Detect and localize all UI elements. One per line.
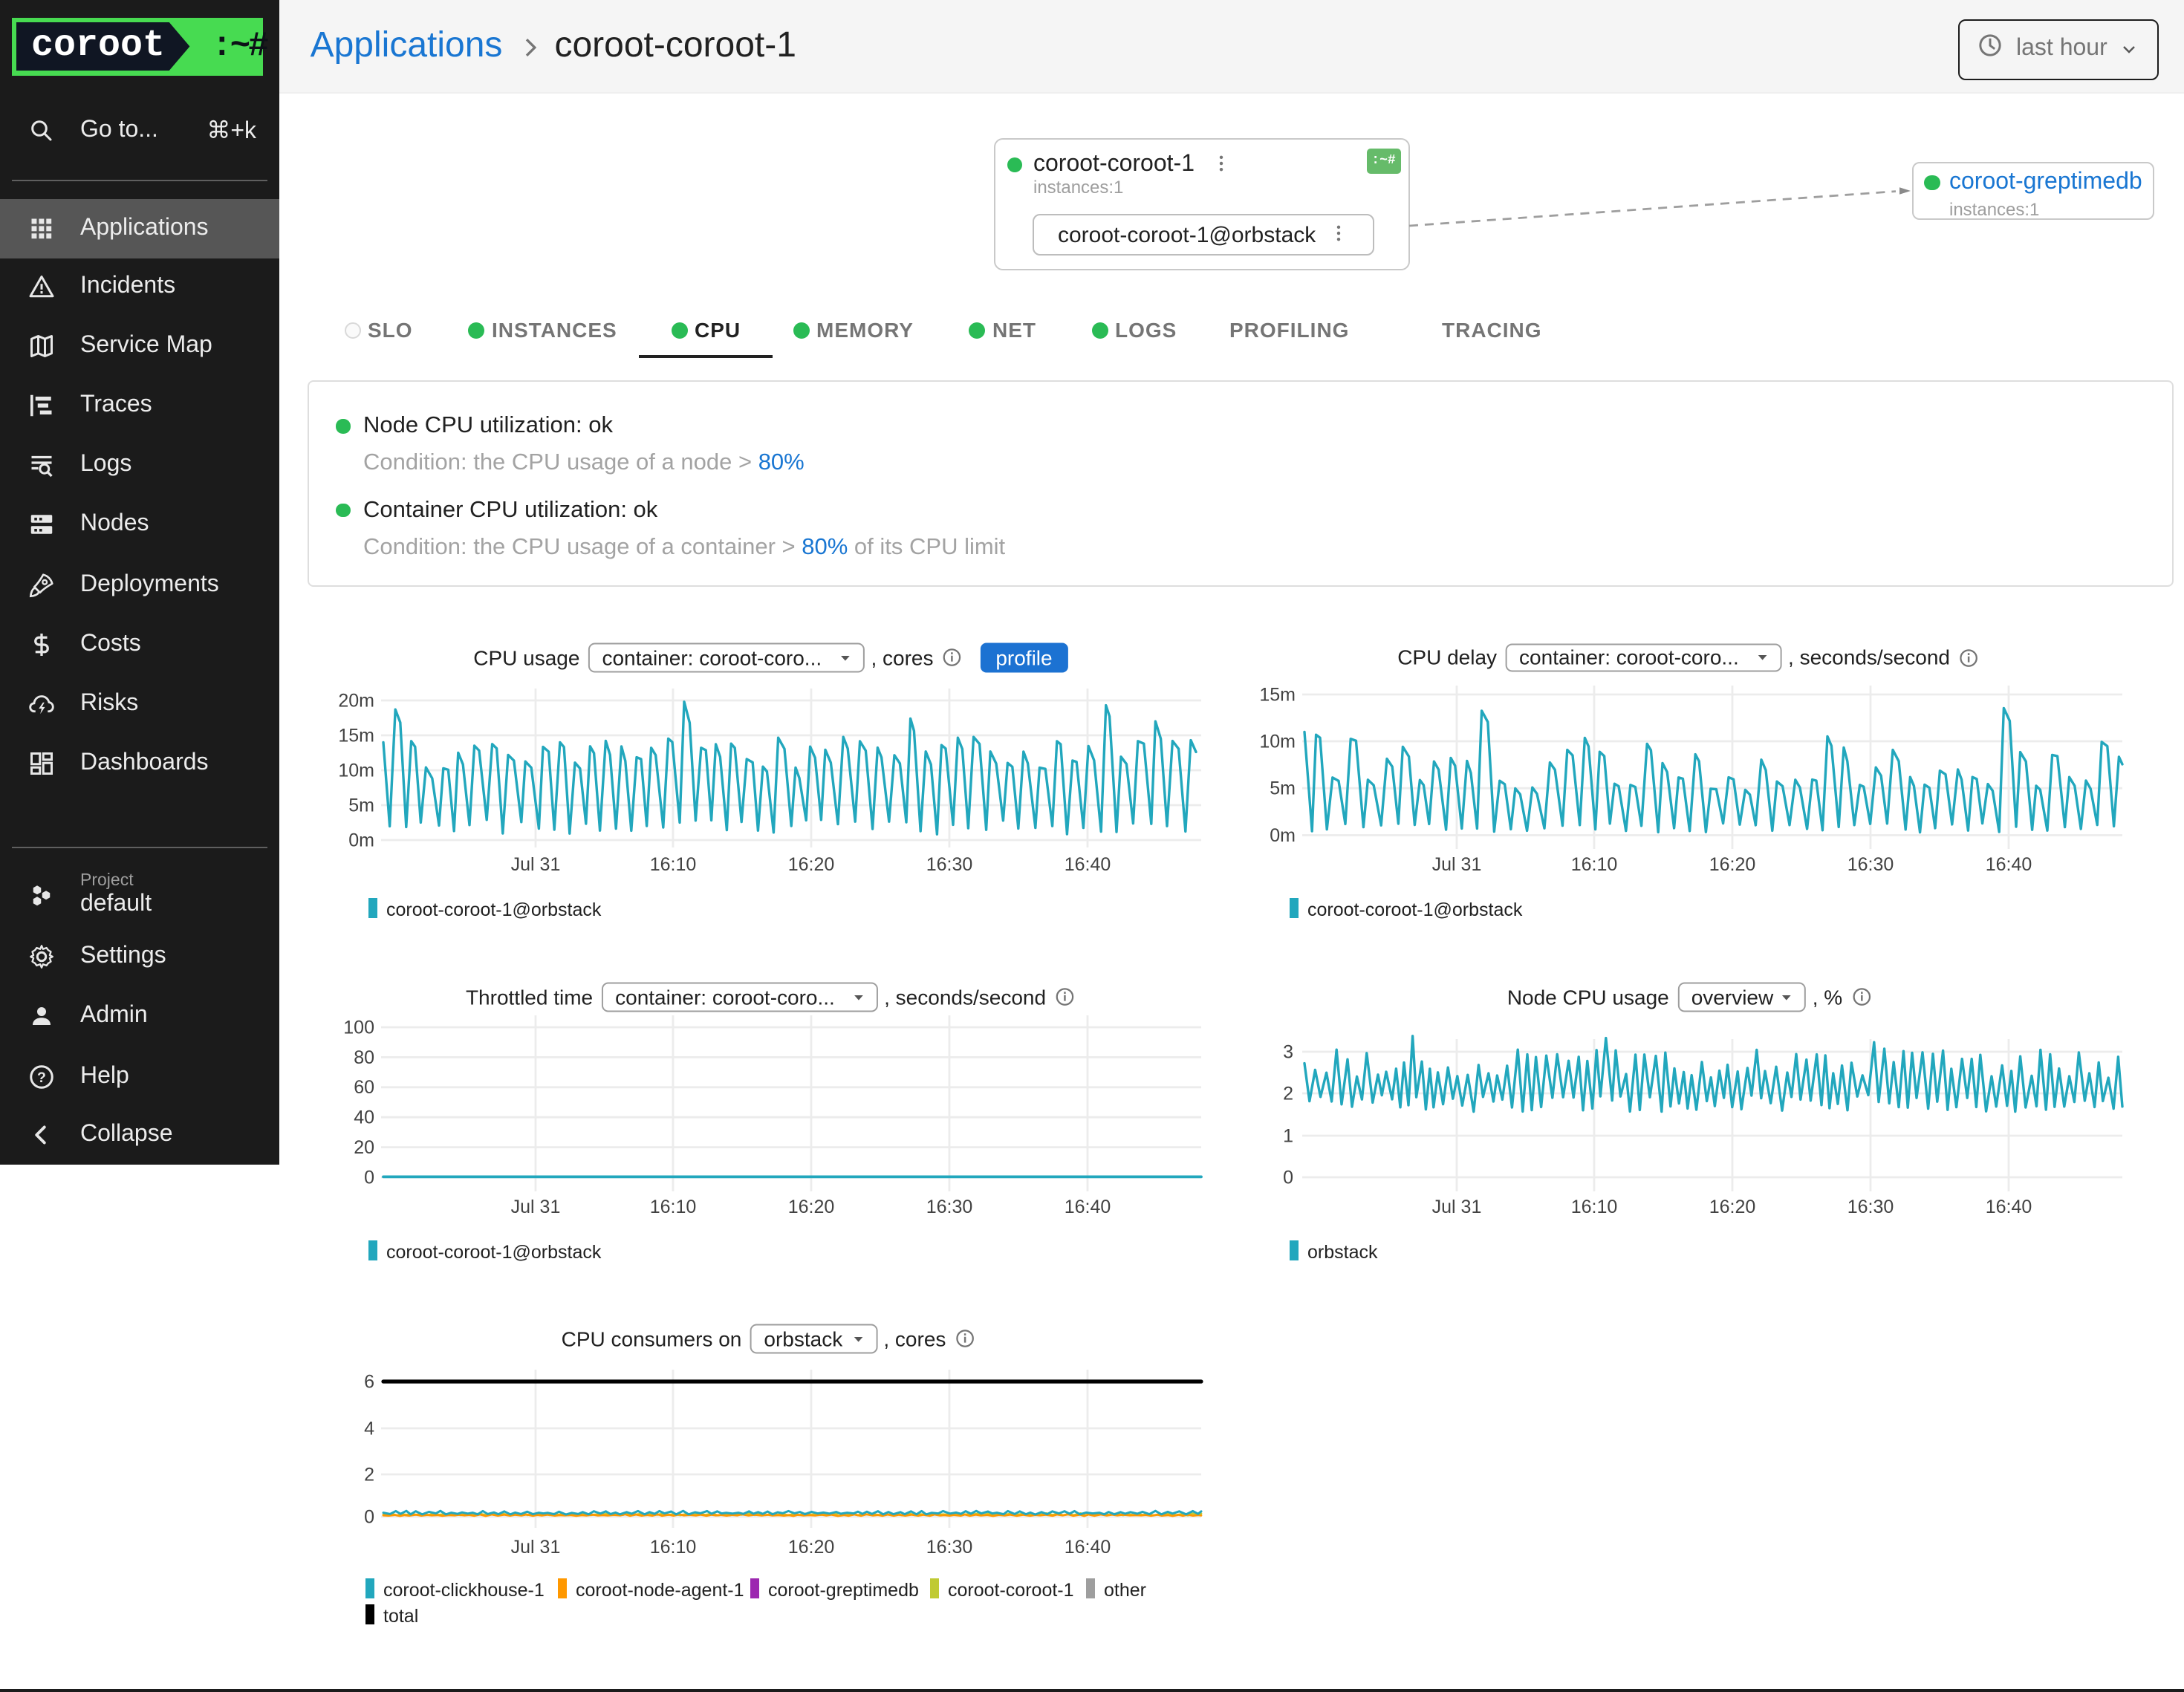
svg-text:Jul 31: Jul 31 bbox=[511, 1197, 561, 1217]
svg-text:Jul 31: Jul 31 bbox=[511, 854, 561, 875]
svg-text:16:10: 16:10 bbox=[1571, 1197, 1618, 1217]
svg-text:5m: 5m bbox=[1270, 778, 1296, 799]
svg-text:16:20: 16:20 bbox=[788, 1537, 835, 1558]
svg-text:0m: 0m bbox=[348, 830, 374, 850]
svg-text:0: 0 bbox=[364, 1506, 374, 1527]
svg-text:16:40: 16:40 bbox=[1065, 1537, 1111, 1558]
svg-text:2: 2 bbox=[1283, 1083, 1293, 1104]
svg-text:16:10: 16:10 bbox=[650, 854, 697, 875]
svg-text:16:10: 16:10 bbox=[650, 1537, 697, 1558]
svg-text:4: 4 bbox=[364, 1418, 374, 1439]
svg-text:40: 40 bbox=[354, 1107, 374, 1128]
svg-text:5m: 5m bbox=[348, 795, 374, 816]
svg-text:total: total bbox=[383, 1606, 418, 1627]
svg-text:20m: 20m bbox=[338, 690, 374, 711]
svg-text:coroot-coroot-1@orbstack: coroot-coroot-1@orbstack bbox=[386, 899, 602, 920]
svg-text:10m: 10m bbox=[1259, 731, 1296, 752]
svg-text:6: 6 bbox=[364, 1371, 374, 1392]
svg-text:16:40: 16:40 bbox=[1065, 1197, 1111, 1217]
svg-text:16:30: 16:30 bbox=[1847, 1197, 1894, 1217]
svg-text:60: 60 bbox=[354, 1077, 374, 1098]
svg-text:0: 0 bbox=[364, 1167, 374, 1188]
svg-text:other: other bbox=[1104, 1580, 1146, 1601]
svg-text:16:40: 16:40 bbox=[1065, 854, 1111, 875]
svg-text:16:10: 16:10 bbox=[1571, 854, 1618, 875]
svg-text:coroot-coroot-1: coroot-coroot-1 bbox=[948, 1580, 1074, 1601]
svg-text:16:30: 16:30 bbox=[1847, 854, 1894, 875]
svg-text:Jul 31: Jul 31 bbox=[1432, 854, 1482, 875]
svg-text:16:10: 16:10 bbox=[650, 1197, 697, 1217]
svg-text:16:20: 16:20 bbox=[788, 854, 835, 875]
svg-text:16:30: 16:30 bbox=[926, 1197, 973, 1217]
svg-text:16:20: 16:20 bbox=[788, 1197, 835, 1217]
svg-text:orbstack: orbstack bbox=[1307, 1242, 1378, 1263]
svg-text:10m: 10m bbox=[338, 760, 374, 781]
svg-text:Jul 31: Jul 31 bbox=[1432, 1197, 1482, 1217]
svg-text:coroot-coroot-1@orbstack: coroot-coroot-1@orbstack bbox=[1307, 899, 1523, 920]
svg-text:coroot-coroot-1@orbstack: coroot-coroot-1@orbstack bbox=[386, 1242, 602, 1263]
svg-text:2: 2 bbox=[364, 1464, 374, 1485]
svg-text:0: 0 bbox=[1283, 1167, 1293, 1188]
svg-text:16:20: 16:20 bbox=[1709, 854, 1756, 875]
svg-text:3: 3 bbox=[1283, 1041, 1293, 1062]
svg-text:1: 1 bbox=[1283, 1125, 1293, 1146]
svg-text:16:40: 16:40 bbox=[1986, 1197, 2032, 1217]
svg-text:16:30: 16:30 bbox=[926, 1537, 973, 1558]
svg-text:15m: 15m bbox=[338, 725, 374, 746]
svg-text:16:40: 16:40 bbox=[1986, 854, 2032, 875]
svg-text:coroot-greptimedb: coroot-greptimedb bbox=[768, 1580, 919, 1601]
svg-text:coroot-clickhouse-1: coroot-clickhouse-1 bbox=[383, 1580, 545, 1601]
svg-text:coroot-node-agent-1: coroot-node-agent-1 bbox=[576, 1580, 744, 1601]
svg-text:100: 100 bbox=[343, 1017, 374, 1038]
svg-text:20: 20 bbox=[354, 1137, 374, 1158]
svg-text:16:20: 16:20 bbox=[1709, 1197, 1756, 1217]
svg-text:80: 80 bbox=[354, 1047, 374, 1068]
svg-text:?: ? bbox=[37, 1069, 46, 1085]
svg-text:15m: 15m bbox=[1259, 684, 1296, 705]
svg-text:16:30: 16:30 bbox=[926, 854, 973, 875]
svg-text:0m: 0m bbox=[1270, 825, 1296, 846]
svg-text:Jul 31: Jul 31 bbox=[511, 1537, 561, 1558]
